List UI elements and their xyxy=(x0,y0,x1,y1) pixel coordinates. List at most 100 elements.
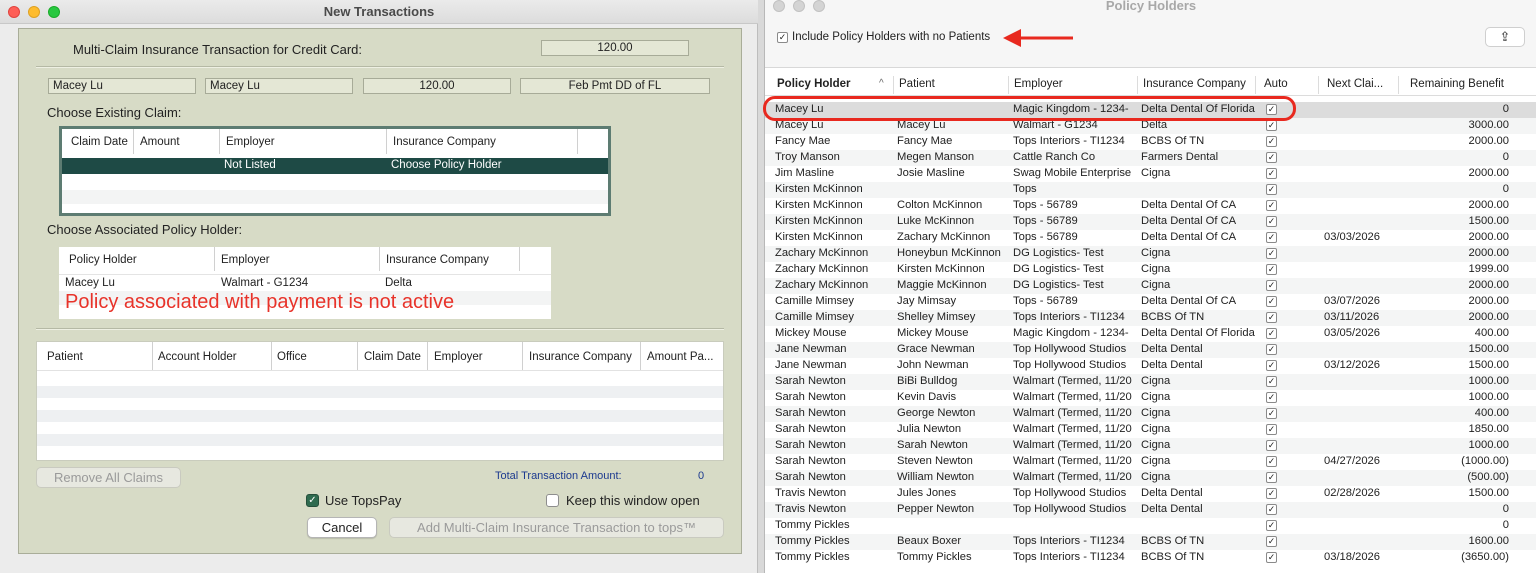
use-topspay-checkbox[interactable]: ✓ xyxy=(306,494,319,507)
policy-holder-row[interactable]: Fancy Mae Fancy Mae Tops Interiors - TI123… xyxy=(765,134,1536,150)
column-employer[interactable]: Employer xyxy=(1014,78,1063,90)
column-insurance-company[interactable]: Insurance Company xyxy=(386,254,489,266)
remaining-benefit-cell: 1000.00 xyxy=(1468,391,1509,403)
policy-row[interactable]: Macey Lu Walmart - G1234 Delta xyxy=(59,274,551,290)
insurance-company-cell: Delta Dental Of CA xyxy=(1141,231,1237,243)
policy-holder-row[interactable]: Sarah Newton Julia Newton Walmart (Termed,… xyxy=(765,422,1536,438)
auto-checkbox[interactable]: ✓ xyxy=(1266,376,1277,387)
column-auto[interactable]: Auto xyxy=(1264,78,1288,90)
sort-ascending-icon[interactable]: ^ xyxy=(879,78,884,89)
column-amount[interactable]: Amount xyxy=(140,136,180,148)
policy-holder-cell: Sarah Newton xyxy=(775,423,846,435)
policy-holder-row[interactable]: Jane Newman John Newman Top Hollywood Stud… xyxy=(765,358,1536,374)
policy-holder-row[interactable]: Zachary McKinnon Maggie McKinnon DG Logist… xyxy=(765,278,1536,294)
column-claim-date[interactable]: Claim Date xyxy=(364,351,421,363)
column-employer[interactable]: Employer xyxy=(226,136,275,148)
auto-checkbox[interactable]: ✓ xyxy=(1266,184,1277,195)
column-patient[interactable]: Patient xyxy=(47,351,83,363)
info-field-patient: Macey Lu xyxy=(205,78,353,94)
column-claim-date[interactable]: Claim Date xyxy=(71,136,128,148)
keep-window-open-checkbox[interactable] xyxy=(546,494,559,507)
column-next-claim[interactable]: Next Clai... xyxy=(1327,78,1383,90)
policy-holder-row[interactable]: Sarah Newton William Newton Walmart (Terme… xyxy=(765,470,1536,486)
column-patient[interactable]: Patient xyxy=(899,78,935,90)
auto-checkbox[interactable]: ✓ xyxy=(1266,440,1277,451)
policy-holder-row[interactable]: Sarah Newton Kevin Davis Walmart (Termed, … xyxy=(765,390,1536,406)
auto-checkbox[interactable]: ✓ xyxy=(1266,152,1277,163)
left-titlebar[interactable]: New Transactions xyxy=(0,0,758,24)
auto-checkbox[interactable]: ✓ xyxy=(1266,136,1277,147)
employer-cell: DG Logistics- Test xyxy=(1013,247,1104,259)
policy-holder-row[interactable]: Zachary McKinnon Honeybun McKinnon DG Logi… xyxy=(765,246,1536,262)
policy-holder-row[interactable]: Jane Newman Grace Newman Top Hollywood Stu… xyxy=(765,342,1536,358)
policy-holder-row[interactable]: Zachary McKinnon Kirsten McKinnon DG Logis… xyxy=(765,262,1536,278)
column-policy-holder[interactable]: Policy Holder xyxy=(777,78,851,90)
auto-checkbox[interactable]: ✓ xyxy=(1266,200,1277,211)
column-policy-holder[interactable]: Policy Holder xyxy=(69,254,137,266)
existing-claims-table[interactable]: Claim Date Amount Employer Insurance Com… xyxy=(59,126,611,216)
column-divider xyxy=(1398,76,1399,94)
column-employer[interactable]: Employer xyxy=(434,351,483,363)
column-insurance-company[interactable]: Insurance Company xyxy=(393,136,496,148)
insurance-company-cell: BCBS Of TN xyxy=(1141,551,1205,563)
column-insurance-company[interactable]: Insurance Company xyxy=(1143,78,1246,90)
column-divider xyxy=(271,342,272,370)
include-no-patients-checkbox[interactable]: ✓ xyxy=(777,32,788,43)
policy-holder-row[interactable]: Travis Newton Jules Jones Top Hollywood St… xyxy=(765,486,1536,502)
policy-holder-row[interactable]: Tommy Pickles Tommy Pickles Tops Interiors… xyxy=(765,550,1536,566)
policy-holder-row[interactable]: Travis Newton Pepper Newton Top Hollywood … xyxy=(765,502,1536,518)
auto-checkbox[interactable]: ✓ xyxy=(1266,296,1277,307)
share-button[interactable]: ⇪ xyxy=(1485,27,1525,47)
right-titlebar[interactable]: Policy Holders ✓ Include Policy Holders … xyxy=(765,0,1536,68)
policy-holder-row[interactable]: Kirsten McKinnon Colton McKinnon Tops - 56… xyxy=(765,198,1536,214)
auto-checkbox[interactable]: ✓ xyxy=(1266,120,1277,131)
policy-holder-row[interactable]: Sarah Newton Sarah Newton Walmart (Termed,… xyxy=(765,438,1536,454)
column-remaining-benefit[interactable]: Remaining Benefit xyxy=(1410,78,1504,90)
auto-checkbox[interactable]: ✓ xyxy=(1266,456,1277,467)
auto-checkbox[interactable]: ✓ xyxy=(1266,232,1277,243)
policy-holder-row[interactable]: Kirsten McKinnon Luke McKinnon Tops - 5678… xyxy=(765,214,1536,230)
auto-checkbox[interactable]: ✓ xyxy=(1266,264,1277,275)
column-insurance-company[interactable]: Insurance Company xyxy=(529,351,632,363)
auto-checkbox[interactable]: ✓ xyxy=(1266,408,1277,419)
policy-holder-row[interactable]: Tommy Pickles Beaux Boxer Tops Interiors -… xyxy=(765,534,1536,550)
column-amount-paid[interactable]: Amount Pa... xyxy=(647,351,713,363)
policy-holder-row[interactable]: Tommy Pickles ✓ 0 xyxy=(765,518,1536,534)
auto-checkbox[interactable]: ✓ xyxy=(1266,536,1277,547)
auto-checkbox[interactable]: ✓ xyxy=(1266,312,1277,323)
auto-checkbox[interactable]: ✓ xyxy=(1266,504,1277,515)
policy-holder-row[interactable]: Kirsten McKinnon Tops ✓ 0 xyxy=(765,182,1536,198)
auto-checkbox[interactable]: ✓ xyxy=(1266,552,1277,563)
policy-holder-row[interactable]: Mickey Mouse Mickey Mouse Magic Kingdom - … xyxy=(765,326,1536,342)
auto-checkbox[interactable]: ✓ xyxy=(1266,360,1277,371)
policy-holder-row[interactable]: Sarah Newton Steven Newton Walmart (Termed… xyxy=(765,454,1536,470)
auto-checkbox[interactable]: ✓ xyxy=(1266,472,1277,483)
policy-holder-cell: Macey Lu xyxy=(65,277,115,289)
policy-holder-row[interactable]: Sarah Newton BiBi Bulldog Walmart (Termed,… xyxy=(765,374,1536,390)
policy-holder-row[interactable]: Camille Mimsey Jay Mimsay Tops - 56789 Delt… xyxy=(765,294,1536,310)
auto-checkbox[interactable]: ✓ xyxy=(1266,424,1277,435)
remove-all-claims-button[interactable]: Remove All Claims xyxy=(36,467,181,488)
auto-checkbox[interactable]: ✓ xyxy=(1266,344,1277,355)
auto-checkbox[interactable]: ✓ xyxy=(1266,280,1277,291)
claims-selected-row[interactable]: Not Listed Choose Policy Holder xyxy=(62,158,608,174)
policy-holder-row[interactable]: Kirsten McKinnon Zachary McKinnon Tops - 5… xyxy=(765,230,1536,246)
auto-checkbox[interactable]: ✓ xyxy=(1266,392,1277,403)
policy-holder-row[interactable]: Jim Masline Josie Masline Swag Mobile Ente… xyxy=(765,166,1536,182)
remaining-benefit-cell: 0 xyxy=(1502,503,1509,515)
selected-claims-table[interactable]: Patient Account Holder Office Claim Date… xyxy=(36,341,724,461)
auto-checkbox[interactable]: ✓ xyxy=(1266,216,1277,227)
auto-checkbox[interactable]: ✓ xyxy=(1266,488,1277,499)
auto-checkbox[interactable]: ✓ xyxy=(1266,248,1277,259)
column-account-holder[interactable]: Account Holder xyxy=(158,351,237,363)
auto-checkbox[interactable]: ✓ xyxy=(1266,520,1277,531)
cancel-button[interactable]: Cancel xyxy=(307,517,377,538)
policy-holder-row[interactable]: Sarah Newton George Newton Walmart (Termed… xyxy=(765,406,1536,422)
auto-checkbox[interactable]: ✓ xyxy=(1266,168,1277,179)
column-employer[interactable]: Employer xyxy=(221,254,270,266)
add-multi-claim-button[interactable]: Add Multi-Claim Insurance Transaction to… xyxy=(389,517,724,538)
auto-checkbox[interactable]: ✓ xyxy=(1266,328,1277,339)
policy-holder-row[interactable]: Troy Manson Megen Manson Cattle Ranch Co Fa… xyxy=(765,150,1536,166)
policy-holder-row[interactable]: Camille Mimsey Shelley Mimsey Tops Interio… xyxy=(765,310,1536,326)
column-office[interactable]: Office xyxy=(277,351,307,363)
